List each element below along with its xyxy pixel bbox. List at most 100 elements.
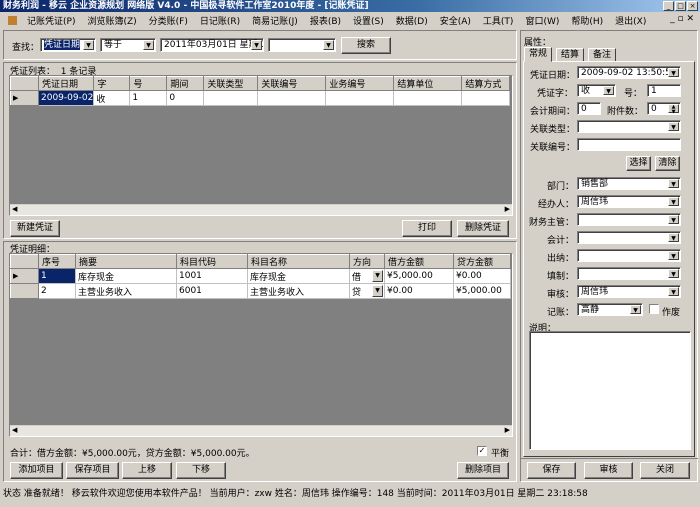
- cell[interactable]: 1: [129, 90, 168, 106]
- spinner-icon[interactable]: ▲ ▼: [668, 104, 679, 114]
- clear-button[interactable]: 清除: [655, 156, 680, 171]
- column-header[interactable]: 号: [129, 76, 168, 91]
- minimize-button[interactable]: _: [663, 1, 674, 11]
- column-header[interactable]: 科目代码: [176, 254, 248, 269]
- direction-select[interactable]: 借 ▼: [349, 268, 385, 284]
- column-header[interactable]: 凭证日期: [37, 76, 95, 91]
- cell[interactable]: [393, 90, 463, 106]
- horizontal-scrollbar[interactable]: ◀ ▶: [10, 204, 512, 215]
- scroll-right-icon[interactable]: ▶: [505, 205, 510, 213]
- tab-remarks[interactable]: 备注: [588, 48, 617, 62]
- voucher-number-input[interactable]: 1: [647, 84, 681, 97]
- cell[interactable]: ¥0.00: [384, 283, 454, 299]
- cell[interactable]: 1001: [176, 268, 248, 284]
- scroll-left-icon[interactable]: ◀: [12, 205, 17, 213]
- add-item-button[interactable]: 添加项目: [10, 462, 63, 479]
- department-select[interactable]: 销售部 ▼: [577, 177, 681, 190]
- voucher-word-select[interactable]: 收 ▼: [577, 84, 616, 97]
- column-header[interactable]: 结算方式: [461, 76, 511, 91]
- cell[interactable]: 库存现金: [75, 268, 177, 284]
- menu-reports[interactable]: 报表(B): [304, 14, 347, 27]
- scroll-right-icon[interactable]: ▶: [505, 426, 510, 434]
- save-item-button[interactable]: 保存项目: [66, 462, 119, 479]
- tab-general[interactable]: 常规: [524, 47, 553, 62]
- poster-select[interactable]: 高静 ▼: [577, 303, 643, 316]
- cell[interactable]: 1: [38, 268, 76, 284]
- tab-settlement[interactable]: 结算: [556, 48, 585, 62]
- menu-voucher[interactable]: 记账凭证(P): [21, 14, 81, 27]
- cell[interactable]: 主营业务收入: [247, 283, 350, 299]
- menu-window[interactable]: 窗口(W): [519, 14, 565, 27]
- menu-subledger[interactable]: 分类账(F): [143, 14, 194, 27]
- column-header[interactable]: 摘要: [75, 254, 177, 269]
- cell[interactable]: 库存现金: [247, 268, 350, 284]
- table-row[interactable]: ▶ 1 库存现金 1001 库存现金 借 ▼ ¥5,000.00 ¥0.00: [10, 268, 511, 284]
- new-voucher-button[interactable]: 新建凭证: [10, 220, 60, 237]
- menu-ledger[interactable]: 浏览账簿(Z): [81, 14, 142, 27]
- voucher-list-grid[interactable]: 凭证日期 字 号 期间 关联类型 关联编号 业务编号 结算单位 结算方式 ▶ 2…: [9, 75, 513, 216]
- search-date-picker[interactable]: 2011年03月01日 星期二 ▼: [160, 38, 264, 52]
- details-grid[interactable]: 序号 摘要 科目代码 科目名称 方向 借方金额 贷方金额 ▶ 1 库存现金 10…: [9, 253, 513, 437]
- cell[interactable]: ¥0.00: [453, 268, 511, 284]
- audit-button[interactable]: 审核: [584, 462, 633, 479]
- column-header[interactable]: 方向: [349, 254, 385, 269]
- delete-voucher-button[interactable]: 删除凭证: [457, 220, 509, 237]
- menu-data[interactable]: 数据(D): [390, 14, 434, 27]
- column-header[interactable]: 字: [93, 76, 131, 91]
- manager-select[interactable]: ▼: [577, 213, 681, 226]
- void-checkbox[interactable]: [649, 304, 659, 314]
- cell[interactable]: 2009-09-02: [37, 90, 95, 106]
- table-row[interactable]: 2 主营业务收入 6001 主营业务收入 贷 ▼ ¥0.00 ¥5,000.00: [10, 283, 511, 299]
- column-header[interactable]: 贷方金额: [453, 254, 511, 269]
- search-value-select[interactable]: ▼: [268, 38, 336, 52]
- column-header[interactable]: 借方金额: [384, 254, 454, 269]
- cell[interactable]: 2: [38, 283, 76, 299]
- direction-select[interactable]: 贷 ▼: [349, 283, 385, 299]
- menu-simple[interactable]: 简易记账(J): [246, 14, 304, 27]
- maximize-button[interactable]: □: [675, 1, 686, 11]
- relation-number-input[interactable]: [577, 138, 681, 151]
- cell[interactable]: 主营业务收入: [75, 283, 177, 299]
- cell[interactable]: [461, 90, 511, 106]
- relation-type-select[interactable]: ▼: [577, 120, 681, 133]
- cell[interactable]: 6001: [176, 283, 248, 299]
- mdi-controls[interactable]: _ ▫ ✕: [670, 14, 694, 24]
- voucher-date-picker[interactable]: 2009-09-02 13:50:51 ▼: [577, 66, 681, 79]
- search-operator-select[interactable]: 等于 ▼: [100, 38, 156, 52]
- balance-checkbox[interactable]: ✓: [477, 446, 487, 456]
- close-button[interactable]: ×: [687, 1, 698, 11]
- note-textarea[interactable]: [529, 331, 691, 450]
- column-header[interactable]: 业务编号: [325, 76, 395, 91]
- select-button[interactable]: 选择: [626, 156, 651, 171]
- accountant-select[interactable]: ▼: [577, 231, 681, 244]
- column-header[interactable]: 期间: [166, 76, 205, 91]
- menu-help[interactable]: 帮助(H): [565, 14, 609, 27]
- table-row[interactable]: ▶ 2009-09-02 收 1 0: [10, 90, 511, 106]
- column-header[interactable]: 结算单位: [393, 76, 463, 91]
- search-button[interactable]: 搜索: [341, 37, 391, 54]
- cell[interactable]: ¥5,000.00: [453, 283, 511, 299]
- horizontal-scrollbar[interactable]: ◀ ▶: [10, 425, 512, 436]
- period-input[interactable]: 0: [577, 102, 601, 115]
- cashier-select[interactable]: ▼: [577, 249, 681, 262]
- cell[interactable]: 0: [166, 90, 205, 106]
- menu-exit[interactable]: 退出(X): [609, 14, 652, 27]
- menu-security[interactable]: 安全(A): [434, 14, 477, 27]
- column-header[interactable]: 关联编号: [257, 76, 327, 91]
- save-button[interactable]: 保存: [527, 462, 576, 479]
- menu-journal[interactable]: 日记账(R): [194, 14, 246, 27]
- column-header[interactable]: 序号: [38, 254, 76, 269]
- menu-tools[interactable]: 工具(T): [477, 14, 520, 27]
- delete-item-button[interactable]: 删除项目: [457, 462, 509, 479]
- handler-select[interactable]: 周信玮 ▼: [577, 195, 681, 208]
- column-header[interactable]: 关联类型: [203, 76, 259, 91]
- print-button[interactable]: 打印: [402, 220, 452, 237]
- cell[interactable]: [325, 90, 395, 106]
- scroll-left-icon[interactable]: ◀: [12, 426, 17, 434]
- cell[interactable]: ¥5,000.00: [384, 268, 454, 284]
- cell[interactable]: [257, 90, 327, 106]
- attachments-stepper[interactable]: 0 ▲ ▼: [647, 102, 681, 115]
- maker-select[interactable]: ▼: [577, 267, 681, 280]
- close-form-button[interactable]: 关闭: [640, 462, 690, 479]
- search-field-select[interactable]: 凭证日期 ▼: [40, 38, 96, 52]
